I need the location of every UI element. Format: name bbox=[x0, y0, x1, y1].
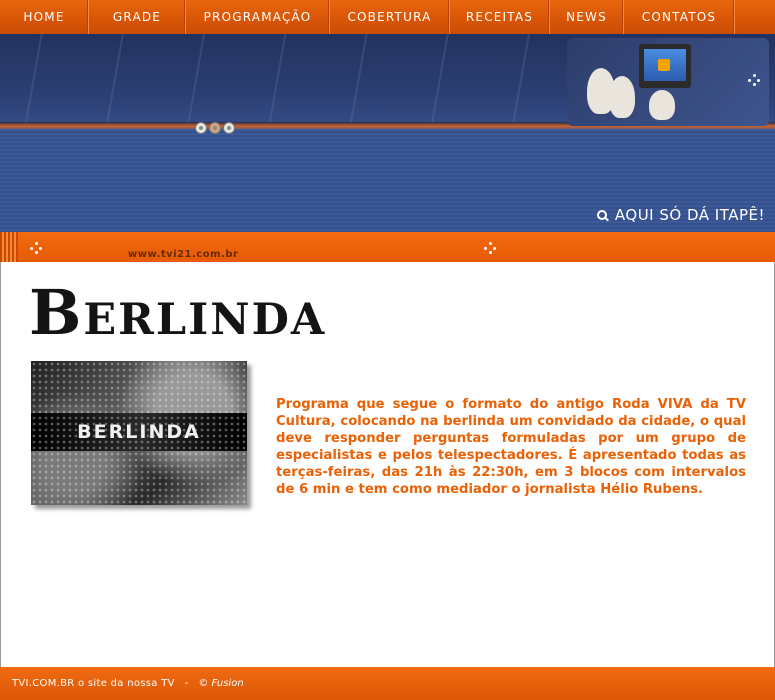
footer: TVI.COM.BR o site da nossa TV - © Fusion bbox=[0, 667, 775, 700]
header-banner: AQUI SÓ DÁ ITAPÊ! bbox=[0, 34, 775, 232]
nav-home[interactable]: HOME bbox=[0, 0, 89, 34]
nav-news[interactable]: NEWS bbox=[550, 0, 624, 34]
nav-contatos[interactable]: CONTATOS bbox=[624, 0, 735, 34]
nav-programacao[interactable]: PROGRAMAÇÃO bbox=[186, 0, 330, 34]
dots-icon bbox=[30, 242, 42, 254]
nav-grade[interactable]: GRADE bbox=[89, 0, 186, 34]
reel-right bbox=[223, 122, 235, 134]
reel-left bbox=[195, 122, 207, 134]
television-icon bbox=[639, 44, 691, 88]
site-url[interactable]: www.tvi21.com.br bbox=[128, 249, 238, 260]
tv-kids-photo bbox=[567, 38, 769, 126]
slogan: AQUI SÓ DÁ ITAPÊ! bbox=[596, 206, 765, 224]
channel-logo bbox=[658, 59, 670, 71]
program-image: BERLINDA bbox=[31, 361, 247, 505]
film-reel-icon bbox=[195, 122, 235, 134]
footer-site: TVI.COM.BR o site da nossa TV bbox=[12, 678, 175, 689]
page-title: Berlinda bbox=[29, 276, 327, 349]
dots-icon bbox=[484, 242, 496, 254]
top-navigation: HOME GRADE PROGRAMAÇÃO COBERTURA RECEITA… bbox=[0, 0, 775, 34]
child-figure bbox=[649, 90, 675, 120]
orange-strip: www.tvi21.com.br bbox=[0, 232, 775, 262]
dots-icon bbox=[748, 74, 760, 86]
strip-decoration bbox=[0, 232, 18, 262]
slogan-text: AQUI SÓ DÁ ITAPÊ! bbox=[614, 206, 765, 224]
footer-credit[interactable]: © Fusion bbox=[198, 678, 243, 689]
footer-separator: - bbox=[184, 678, 189, 689]
program-description: Programa que segue o formato do antigo R… bbox=[276, 397, 746, 497]
program-image-title: BERLINDA bbox=[77, 421, 201, 443]
child-figure bbox=[609, 76, 635, 118]
nav-cobertura[interactable]: COBERTURA bbox=[330, 0, 450, 34]
main-content: Berlinda BERLINDA Programa que segue o f… bbox=[0, 262, 775, 667]
keyboard-background bbox=[0, 34, 560, 124]
magnifier-icon bbox=[596, 210, 607, 220]
reel-middle bbox=[209, 122, 221, 134]
nav-receitas[interactable]: RECEITAS bbox=[450, 0, 550, 34]
